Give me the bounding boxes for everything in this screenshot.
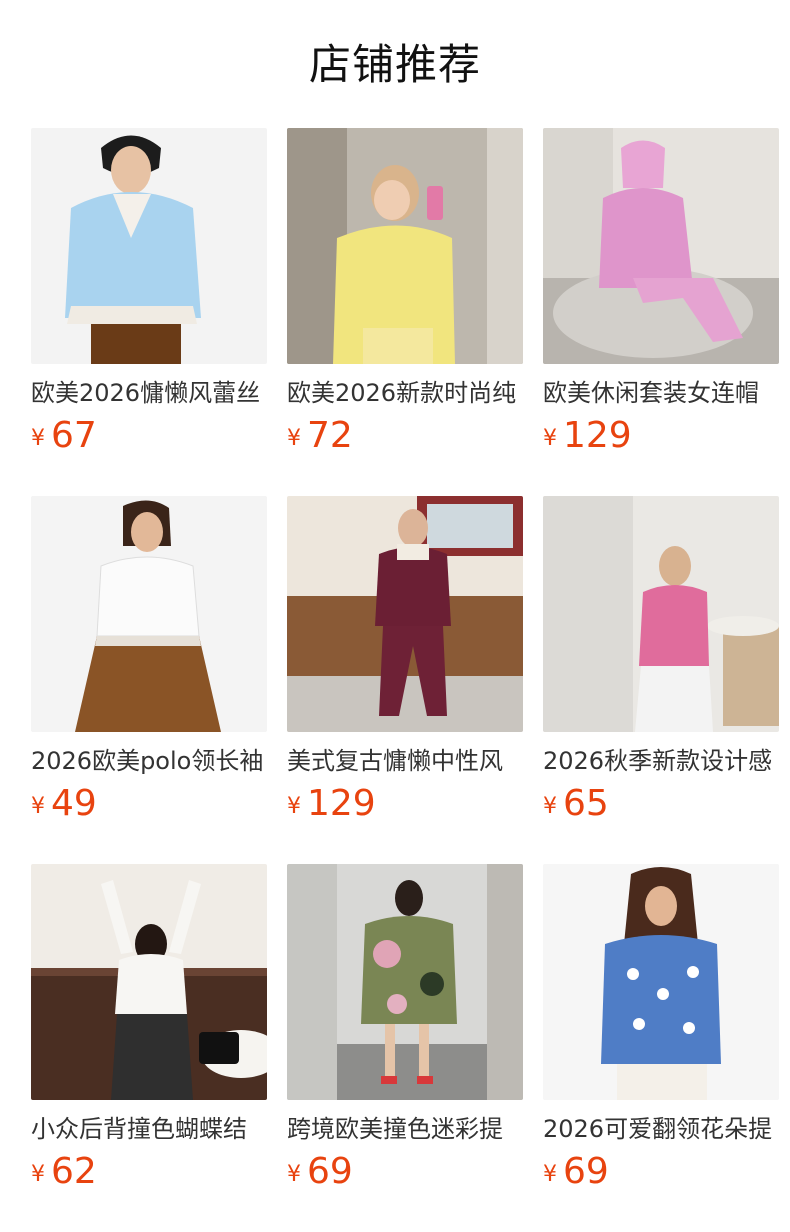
currency-symbol: ¥ <box>543 426 557 451</box>
product-image[interactable] <box>287 128 523 364</box>
product-name[interactable]: 欧美休闲套装女连帽 <box>543 376 779 410</box>
price-value: 62 <box>51 1151 97 1192</box>
product-card[interactable]: 欧美2026新款时尚纯 ¥72 <box>287 128 523 464</box>
product-card[interactable]: 跨境欧美撞色迷彩提 ¥69 <box>287 864 523 1200</box>
product-card[interactable]: 2026欧美polo领长袖 ¥49 <box>31 496 267 832</box>
product-image[interactable] <box>31 496 267 732</box>
product-card[interactable]: 欧美2026慵懒风蕾丝 ¥67 <box>31 128 267 464</box>
price-value: 72 <box>307 415 353 456</box>
currency-symbol: ¥ <box>543 1162 557 1187</box>
product-name[interactable]: 2026欧美polo领长袖 <box>31 744 267 778</box>
product-price: ¥62 <box>31 1150 267 1200</box>
product-image[interactable] <box>287 864 523 1100</box>
product-image[interactable] <box>543 864 779 1100</box>
product-price: ¥69 <box>543 1150 779 1200</box>
product-card[interactable]: 2026可爱翻领花朵提 ¥69 <box>543 864 779 1200</box>
product-name[interactable]: 跨境欧美撞色迷彩提 <box>287 1112 523 1146</box>
currency-symbol: ¥ <box>31 794 45 819</box>
product-name[interactable]: 2026可爱翻领花朵提 <box>543 1112 779 1146</box>
price-value: 129 <box>307 783 376 824</box>
currency-symbol: ¥ <box>31 426 45 451</box>
product-image[interactable] <box>543 128 779 364</box>
price-value: 65 <box>563 783 609 824</box>
product-card[interactable]: 小众后背撞色蝴蝶结 ¥62 <box>31 864 267 1200</box>
price-value: 129 <box>563 415 632 456</box>
product-image[interactable] <box>31 128 267 364</box>
product-card[interactable]: 美式复古慵懒中性风 ¥129 <box>287 496 523 832</box>
product-image[interactable] <box>287 496 523 732</box>
product-price: ¥49 <box>31 782 267 832</box>
currency-symbol: ¥ <box>287 426 301 451</box>
price-value: 69 <box>307 1151 353 1192</box>
product-image[interactable] <box>543 496 779 732</box>
product-price: ¥129 <box>543 414 779 464</box>
product-price: ¥67 <box>31 414 267 464</box>
product-price: ¥69 <box>287 1150 523 1200</box>
product-card[interactable]: 2026秋季新款设计感 ¥65 <box>543 496 779 832</box>
product-price: ¥72 <box>287 414 523 464</box>
currency-symbol: ¥ <box>543 794 557 819</box>
product-name[interactable]: 2026秋季新款设计感 <box>543 744 779 778</box>
product-name[interactable]: 美式复古慵懒中性风 <box>287 744 523 778</box>
price-value: 49 <box>51 783 97 824</box>
product-price: ¥65 <box>543 782 779 832</box>
product-name[interactable]: 欧美2026慵懒风蕾丝 <box>31 376 267 410</box>
section-title: 店铺推荐 <box>308 40 481 89</box>
product-card[interactable]: 欧美休闲套装女连帽 ¥129 <box>543 128 779 464</box>
product-price: ¥129 <box>287 782 523 832</box>
product-name[interactable]: 小众后背撞色蝴蝶结 <box>31 1112 267 1146</box>
currency-symbol: ¥ <box>287 1162 301 1187</box>
price-value: 67 <box>51 415 97 456</box>
currency-symbol: ¥ <box>31 1162 45 1187</box>
price-value: 69 <box>563 1151 609 1192</box>
currency-symbol: ¥ <box>287 794 301 819</box>
product-name[interactable]: 欧美2026新款时尚纯 <box>287 376 523 410</box>
product-image[interactable] <box>31 864 267 1100</box>
